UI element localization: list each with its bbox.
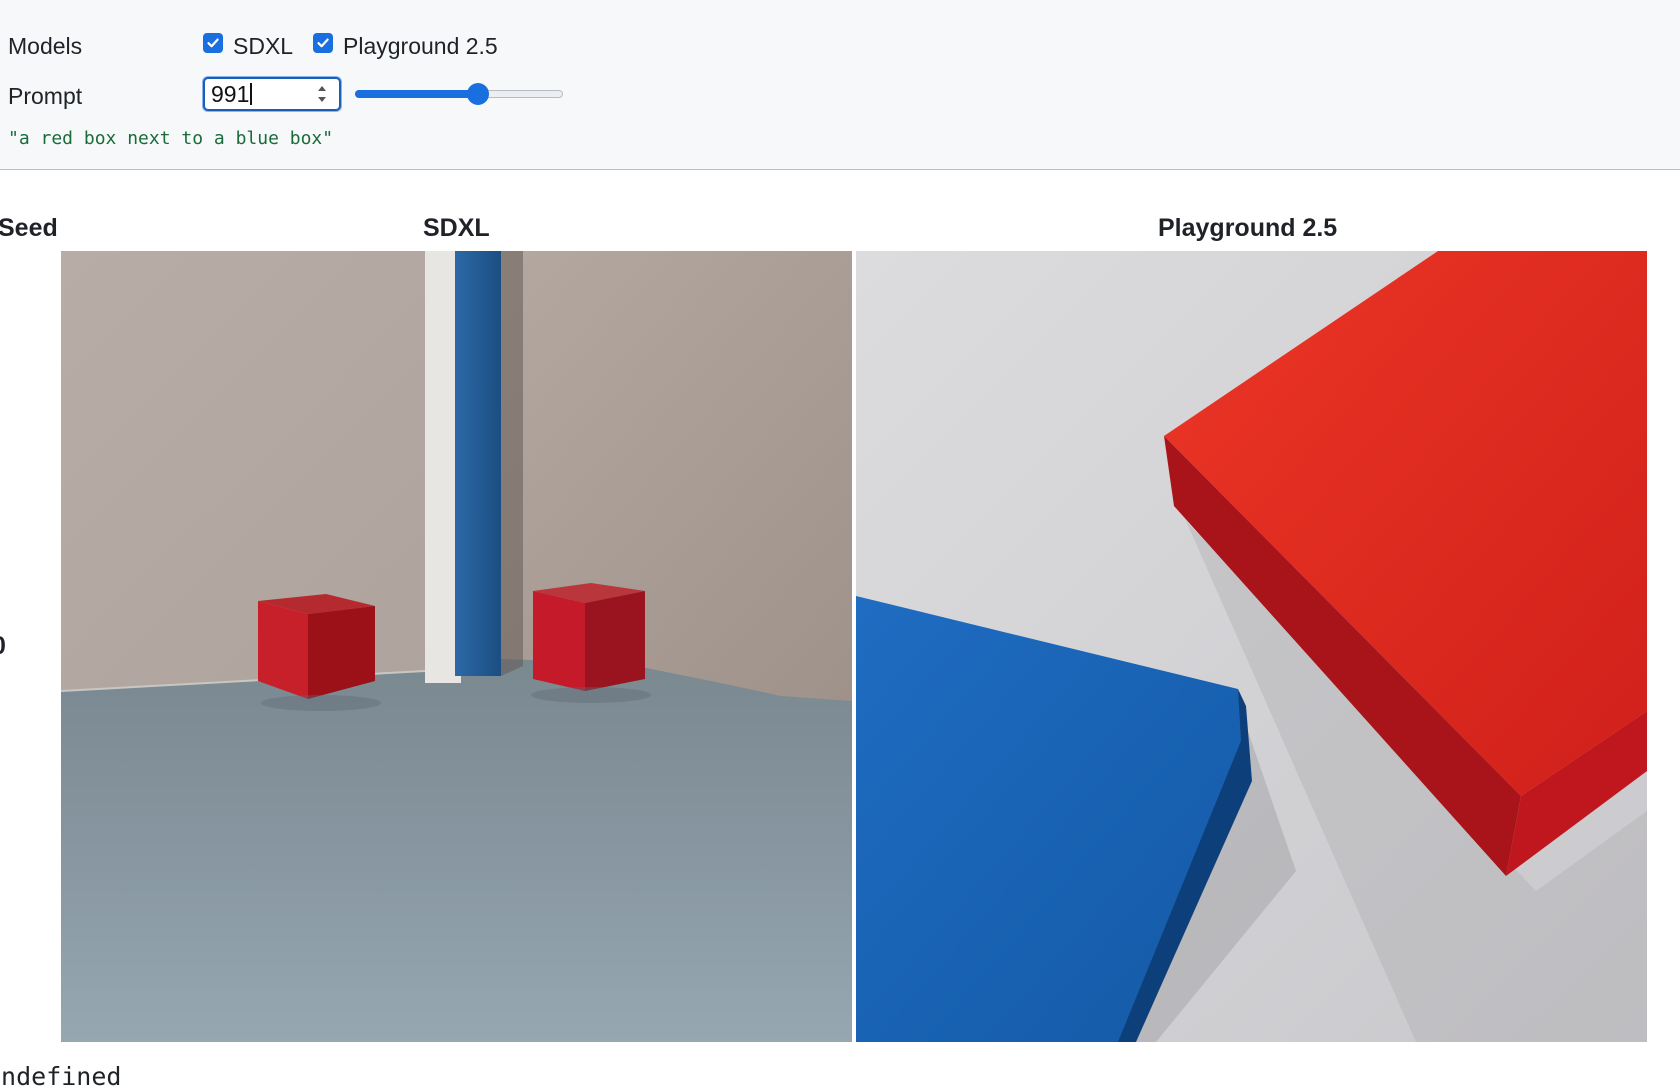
model-column-header-playground: Playground 2.5 bbox=[1158, 214, 1338, 242]
number-stepper[interactable] bbox=[313, 80, 331, 108]
checkmark-icon[interactable] bbox=[203, 33, 223, 53]
prompt-label: Prompt bbox=[8, 83, 83, 109]
checkmark-icon[interactable] bbox=[313, 33, 333, 53]
seed-column-header: Seed bbox=[0, 214, 58, 242]
model-checkbox-sdxl[interactable]: SDXL bbox=[203, 32, 293, 60]
generated-image-sdxl bbox=[61, 251, 852, 1042]
generated-image-playground bbox=[856, 251, 1647, 1042]
row-seed-value: 0 bbox=[0, 632, 6, 661]
footer-text: undefined bbox=[0, 1062, 122, 1091]
seed-input-value[interactable]: 991 bbox=[211, 81, 313, 108]
prompt-text: "a red box next to a blue box" bbox=[8, 128, 334, 149]
text-caret bbox=[250, 82, 252, 105]
model-checkbox-label: SDXL bbox=[233, 32, 294, 59]
model-checkbox-label: Playground 2.5 bbox=[343, 32, 498, 59]
control-panel: Models SDXL Playground 2.5 Prompt 991 "a… bbox=[0, 0, 1680, 170]
models-label: Models bbox=[8, 33, 83, 59]
seed-number-input[interactable]: 991 bbox=[203, 77, 341, 111]
slider-thumb[interactable] bbox=[467, 83, 489, 105]
model-checkbox-playground[interactable]: Playground 2.5 bbox=[313, 32, 498, 60]
model-column-header-sdxl: SDXL bbox=[423, 214, 490, 242]
slider-fill bbox=[355, 90, 478, 98]
seed-slider[interactable] bbox=[355, 83, 565, 105]
stepper-arrows-icon[interactable] bbox=[316, 83, 328, 105]
